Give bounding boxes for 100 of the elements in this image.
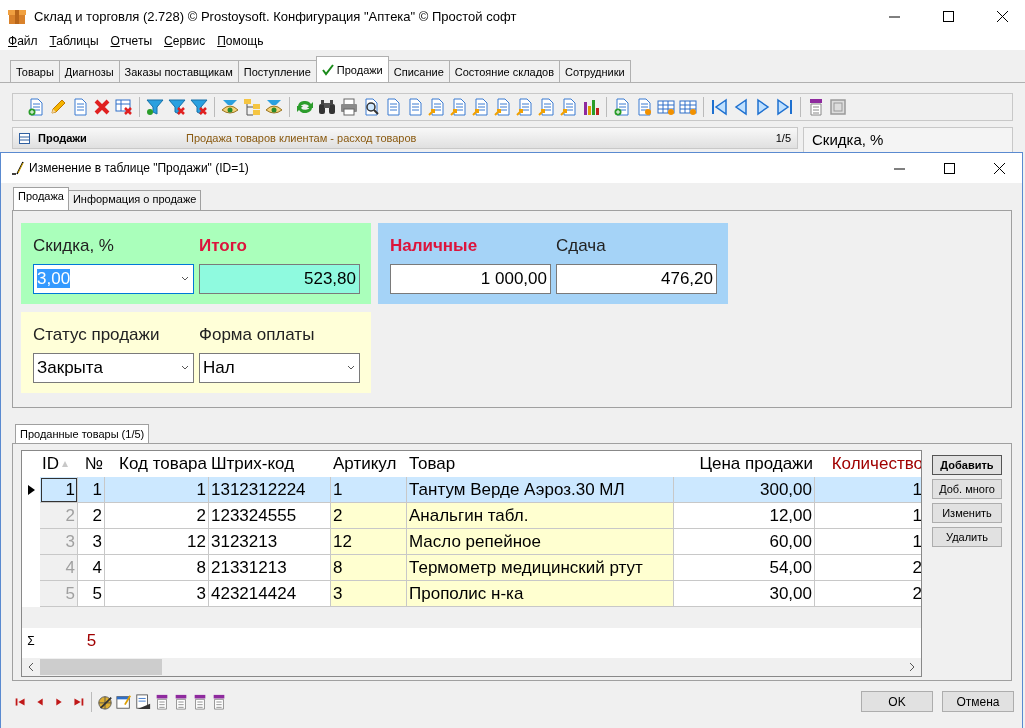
- maximize-icon[interactable]: [942, 10, 954, 22]
- tab[interactable]: Проданные товары (1/5): [15, 424, 150, 443]
- close-icon[interactable]: [993, 162, 1005, 174]
- column-header[interactable]: Штрих-код: [209, 451, 331, 477]
- table-cell: Анальгин табл.: [407, 503, 674, 529]
- column-header[interactable]: Артикул: [331, 451, 407, 477]
- dialog-button[interactable]: OK: [861, 691, 933, 712]
- binoculars-icon[interactable]: [318, 98, 336, 116]
- dialog-button[interactable]: Отмена: [942, 691, 1014, 712]
- globe-icon[interactable]: [97, 693, 113, 710]
- menu-item[interactable]: Файл: [2, 34, 44, 48]
- list-description: Продажа товаров клиентам - расход товаров: [186, 132, 418, 144]
- export-icon[interactable]: [538, 98, 556, 116]
- filter-clear-icon[interactable]: [190, 98, 208, 116]
- table-cell: Термометр медицинский ртут: [407, 555, 674, 581]
- field-label: Итого: [199, 235, 248, 257]
- column-header[interactable]: Код товара: [105, 451, 209, 477]
- column-header[interactable]: Цена продажи: [674, 451, 815, 477]
- menu-item[interactable]: Таблицы: [43, 34, 105, 48]
- menu-item[interactable]: Помощь: [211, 34, 270, 48]
- scroll-left-icon[interactable]: [27, 663, 35, 671]
- box-icon: [8, 7, 26, 25]
- grid-button[interactable]: Доб. много: [932, 479, 1002, 499]
- form-icon[interactable]: [116, 693, 132, 710]
- grid-button[interactable]: Удалить: [932, 527, 1002, 547]
- receipt-icon[interactable]: [173, 693, 189, 710]
- dropdown-field[interactable]: Закрыта: [33, 353, 194, 383]
- column-header[interactable]: ID: [40, 451, 78, 477]
- table-cell: 3: [78, 529, 105, 555]
- export-icon[interactable]: [494, 98, 512, 116]
- field-label: Скидка, %: [812, 131, 884, 148]
- new-document-icon[interactable]: [613, 98, 631, 116]
- new-document-icon[interactable]: [27, 98, 45, 116]
- input-field[interactable]: 523,80: [199, 264, 360, 294]
- table-cell: 12,00: [674, 503, 815, 529]
- receipt-icon[interactable]: [154, 693, 170, 710]
- receipt-icon[interactable]: [807, 98, 825, 116]
- first-record-icon[interactable]: [710, 98, 728, 116]
- tab[interactable]: Товары: [10, 60, 60, 82]
- column-header[interactable]: №: [78, 451, 105, 477]
- window-title: Склад и торговля (2.728) © Prostoysoft. Конфигурация "Аптека" © Простой софт: [34, 8, 518, 24]
- last-record-icon[interactable]: [776, 98, 794, 116]
- export-icon[interactable]: [516, 98, 534, 116]
- tab[interactable]: Информация о продаже: [67, 190, 202, 210]
- menu-item[interactable]: Отчеты: [104, 34, 159, 48]
- table-cell: 4: [78, 555, 105, 581]
- close-icon[interactable]: [996, 10, 1008, 22]
- field-label: Сдача: [556, 235, 607, 257]
- table-cell: 2: [331, 503, 407, 529]
- scrollbar[interactable]: [22, 658, 921, 676]
- table-cell: 12: [331, 529, 407, 555]
- tab[interactable]: Продажи: [315, 56, 389, 82]
- document-icon[interactable]: [135, 693, 151, 710]
- table-cell: 54,00: [674, 555, 815, 581]
- tree-icon[interactable]: [243, 98, 261, 116]
- pencil-icon: [11, 161, 25, 175]
- print-icon[interactable]: [340, 98, 358, 116]
- table-cell: 5: [40, 581, 78, 607]
- export-icon[interactable]: [472, 98, 490, 116]
- dropdown-field[interactable]: Нал: [199, 353, 360, 383]
- input-field[interactable]: 476,20: [556, 264, 717, 294]
- table-cell: 3: [331, 581, 407, 607]
- table-cell: 2: [78, 503, 105, 529]
- previous-icon[interactable]: [732, 98, 750, 116]
- pencil-icon[interactable]: [49, 98, 67, 116]
- copy-icon[interactable]: [71, 98, 89, 116]
- maximize-icon[interactable]: [943, 162, 955, 174]
- table-cell: 1: [78, 477, 105, 503]
- table-cell: Масло репейное: [407, 529, 674, 555]
- view-icon[interactable]: [221, 98, 239, 116]
- table-cell: 2: [40, 503, 78, 529]
- table-cell: Прополис н-ка: [407, 581, 674, 607]
- receipt-icon[interactable]: [211, 693, 227, 710]
- table-settings-icon[interactable]: [657, 98, 675, 116]
- receipt-icon[interactable]: [192, 693, 208, 710]
- delete-icon[interactable]: [93, 98, 111, 116]
- preview-icon[interactable]: [362, 98, 380, 116]
- check-icon: [321, 63, 334, 76]
- grid-button[interactable]: Изменить: [932, 503, 1002, 523]
- view-icon[interactable]: [265, 98, 283, 116]
- list-title: Продажи: [38, 132, 88, 144]
- table-cell: 1312312224: [209, 477, 331, 503]
- scroll-right-icon[interactable]: [908, 663, 916, 671]
- export-icon[interactable]: [450, 98, 468, 116]
- table-delete-icon[interactable]: [115, 98, 133, 116]
- filter-icon[interactable]: [146, 98, 164, 116]
- next-icon[interactable]: [754, 98, 772, 116]
- sort-arrow-icon: [61, 460, 69, 468]
- column-header[interactable]: Товар: [407, 451, 674, 477]
- grid-button[interactable]: Добавить: [932, 455, 1002, 475]
- field-label: Форма оплаты: [199, 324, 316, 346]
- tab[interactable]: Сотрудники: [559, 60, 631, 82]
- bar-chart-icon[interactable]: [582, 98, 600, 116]
- tab[interactable]: Продажа: [13, 187, 69, 210]
- menu-item[interactable]: Сервис: [158, 34, 212, 48]
- table-settings-icon[interactable]: [679, 98, 697, 116]
- input-field[interactable]: 1 000,00: [390, 264, 551, 294]
- export-icon[interactable]: [428, 98, 446, 116]
- document-settings-icon[interactable]: [635, 98, 653, 116]
- filter-clear-icon[interactable]: [168, 98, 186, 116]
